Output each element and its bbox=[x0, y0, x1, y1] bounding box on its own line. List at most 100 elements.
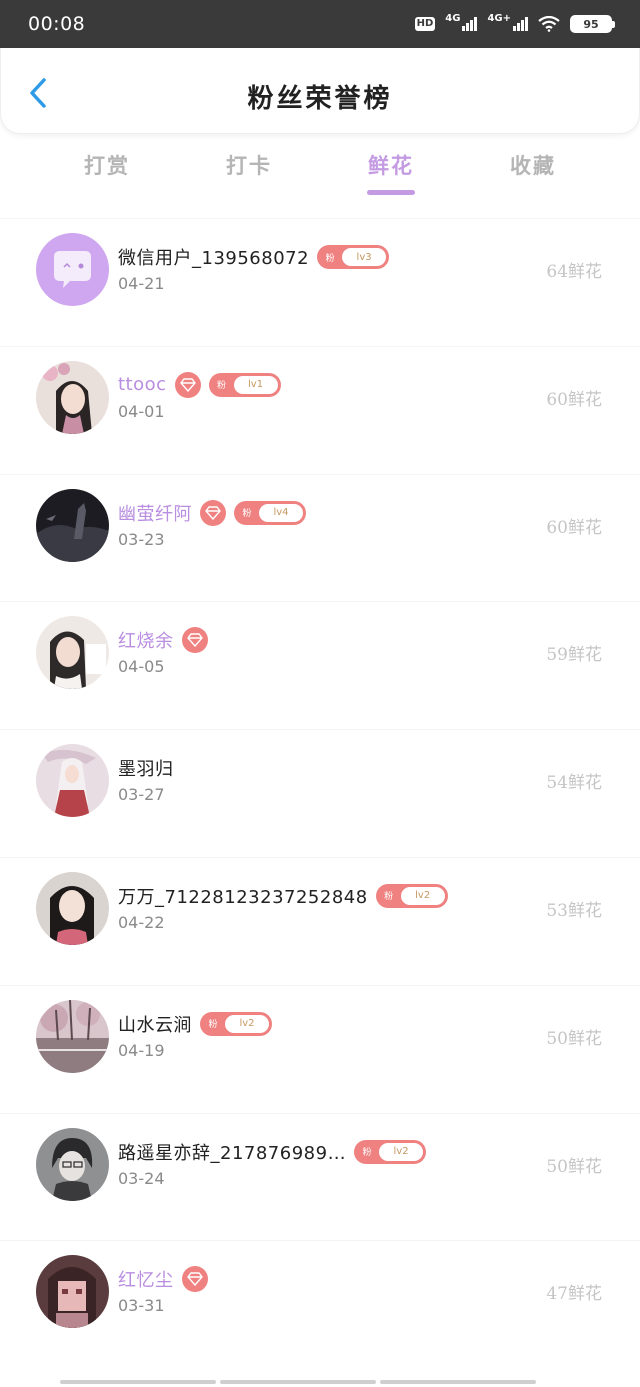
name-line: 红烧余 bbox=[118, 626, 208, 654]
signal-icon bbox=[462, 17, 478, 31]
avatar-image bbox=[36, 616, 109, 690]
battery-icon: 95 bbox=[570, 15, 615, 33]
fan-level: lv2 bbox=[379, 1142, 424, 1161]
avatar[interactable] bbox=[36, 744, 109, 818]
avatar-image bbox=[36, 871, 109, 945]
user-name: 山水云涧 bbox=[118, 1014, 192, 1036]
name-line: 红忆尘 bbox=[118, 1265, 208, 1293]
avatar[interactable] bbox=[36, 233, 109, 306]
flower-count: 50鲜花 bbox=[546, 1156, 602, 1177]
header: 粉丝荣誉榜 bbox=[0, 48, 640, 134]
date: 04-22 bbox=[118, 912, 165, 932]
date: 03-24 bbox=[118, 1168, 165, 1188]
avatar[interactable] bbox=[36, 1127, 109, 1201]
name-line: ttooc 粉 lv1 bbox=[118, 371, 281, 399]
list-item[interactable]: 墨羽归 03-27 54鲜花 bbox=[0, 729, 640, 857]
status-time: 00:08 bbox=[28, 13, 86, 35]
page-title: 粉丝荣誉榜 bbox=[247, 84, 393, 114]
fan-level-badge: 粉 lv3 bbox=[317, 245, 390, 269]
fan-level: lv3 bbox=[342, 248, 387, 266]
user-name: 墨羽归 bbox=[118, 759, 174, 781]
avatar-image bbox=[36, 1255, 109, 1329]
avatar[interactable] bbox=[36, 488, 109, 562]
avatar[interactable] bbox=[36, 1255, 109, 1329]
fan-level: lv1 bbox=[233, 375, 278, 394]
date: 04-05 bbox=[118, 657, 165, 677]
avatar[interactable] bbox=[36, 871, 109, 945]
status-icons: HD 4G 4G+ 95 bbox=[414, 12, 615, 33]
flower-count: 54鲜花 bbox=[546, 773, 602, 794]
list-item[interactable]: 万万_71228123237252848 粉 lv2 04-22 53鲜花 bbox=[0, 856, 640, 985]
name-line: 幽萤纤阿 粉 lv4 bbox=[118, 499, 306, 527]
fan-level-badge: 粉 lv2 bbox=[354, 1139, 427, 1164]
list-item[interactable]: ttooc 粉 lv1 04-01 60鲜花 bbox=[0, 345, 640, 474]
diamond-icon bbox=[181, 627, 208, 654]
fan-level: lv4 bbox=[259, 503, 303, 522]
fan-level-badge: 粉 lv2 bbox=[375, 883, 448, 908]
avatar[interactable] bbox=[36, 616, 109, 690]
flower-count: 47鲜花 bbox=[546, 1284, 602, 1305]
user-name: 万万_71228123237252848 bbox=[118, 886, 368, 908]
user-name: 微信用户_139568072 bbox=[118, 248, 310, 269]
fan-level-badge: 粉 lv4 bbox=[234, 500, 306, 525]
date: 04-21 bbox=[118, 274, 165, 293]
avatar-image bbox=[36, 488, 109, 562]
fan-level: lv2 bbox=[225, 1014, 269, 1033]
user-name: 路遥星亦辞_217876989… bbox=[118, 1142, 347, 1164]
diamond-icon bbox=[174, 371, 201, 398]
name-line: 万万_71228123237252848 粉 lv2 bbox=[118, 882, 448, 910]
flower-count: 53鲜花 bbox=[546, 900, 602, 921]
user-name: ttooc bbox=[118, 374, 167, 396]
flower-count: 50鲜花 bbox=[546, 1028, 602, 1049]
avatar[interactable] bbox=[36, 999, 109, 1073]
name-line: 路遥星亦辞_217876989… 粉 lv2 bbox=[118, 1138, 427, 1166]
name-line: 微信用户_139568072 粉 lv3 bbox=[118, 243, 390, 271]
list-item[interactable]: 幽萤纤阿 粉 lv4 03-23 60鲜花 bbox=[0, 473, 640, 602]
date: 03-31 bbox=[118, 1296, 165, 1316]
flower-count: 64鲜花 bbox=[546, 262, 602, 282]
tab-reward[interactable]: 打赏 bbox=[36, 150, 178, 200]
next-item-peek bbox=[0, 1380, 640, 1387]
tab-flowers[interactable]: 鲜花 bbox=[320, 150, 462, 200]
chat-bubble-icon bbox=[36, 233, 109, 306]
tab-collect[interactable]: 收藏 bbox=[462, 150, 604, 200]
fan-badge-prefix: 粉 bbox=[217, 381, 227, 392]
avatar-image bbox=[36, 1127, 109, 1201]
flower-count: 60鲜花 bbox=[546, 517, 602, 538]
date: 04-01 bbox=[118, 401, 165, 421]
status-bar: 00:08 HD 4G 4G+ 95 bbox=[0, 0, 640, 48]
date: 03-27 bbox=[118, 785, 165, 805]
wifi-icon bbox=[538, 16, 560, 32]
avatar-image bbox=[36, 999, 109, 1073]
fan-badge-prefix: 粉 bbox=[384, 892, 394, 903]
fan-badge-prefix: 粉 bbox=[242, 509, 252, 520]
fan-badge-prefix: 粉 bbox=[208, 1020, 218, 1031]
name-line: 墨羽归 bbox=[118, 754, 174, 782]
flower-count: 60鲜花 bbox=[546, 389, 602, 410]
diamond-icon bbox=[200, 499, 226, 526]
name-line: 山水云涧 粉 lv2 bbox=[118, 1010, 272, 1038]
hd-icon: HD bbox=[414, 17, 436, 31]
fan-list: 微信用户_139568072 粉 lv3 04-21 64鲜花 ttooc 粉 … bbox=[0, 218, 640, 1368]
list-item[interactable]: 微信用户_139568072 粉 lv3 04-21 64鲜花 bbox=[0, 218, 640, 346]
date: 04-19 bbox=[118, 1040, 165, 1060]
list-item[interactable]: 红烧余 04-05 59鲜花 bbox=[0, 601, 640, 729]
user-name: 红忆尘 bbox=[118, 1270, 174, 1292]
user-name: 幽萤纤阿 bbox=[118, 503, 192, 525]
user-name: 红烧余 bbox=[118, 631, 174, 653]
tab-checkin[interactable]: 打卡 bbox=[178, 150, 320, 200]
fan-level-badge: 粉 lv1 bbox=[208, 372, 281, 397]
fan-level-badge: 粉 lv2 bbox=[200, 1011, 272, 1036]
list-item[interactable]: 路遥星亦辞_217876989… 粉 lv2 03-24 50鲜花 bbox=[0, 1112, 640, 1241]
fan-badge-prefix: 粉 bbox=[325, 253, 335, 264]
list-item[interactable]: 山水云涧 粉 lv2 04-19 50鲜花 bbox=[0, 984, 640, 1113]
date: 03-23 bbox=[118, 529, 165, 549]
network-label-1: 4G bbox=[445, 12, 461, 24]
signal-icon bbox=[513, 17, 528, 31]
avatar-image bbox=[36, 744, 109, 818]
fan-level: lv2 bbox=[400, 886, 445, 905]
avatar[interactable] bbox=[36, 360, 109, 434]
flower-count: 59鲜花 bbox=[546, 645, 602, 666]
list-item[interactable]: 红忆尘 03-31 47鲜花 bbox=[0, 1240, 640, 1368]
diamond-icon bbox=[181, 1266, 208, 1293]
